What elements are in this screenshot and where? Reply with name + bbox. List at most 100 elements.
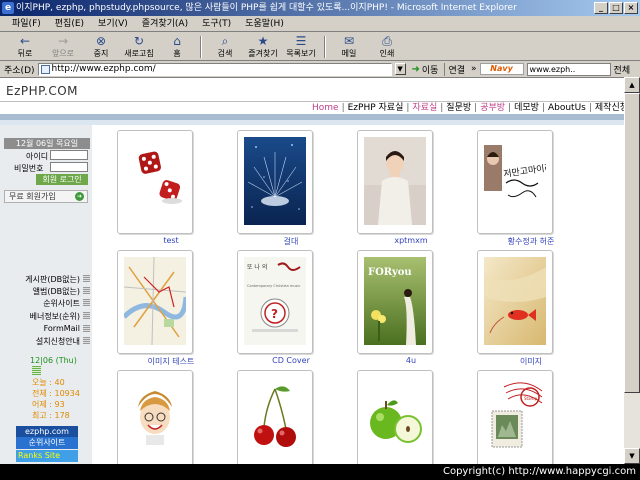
free-join-button[interactable]: 무료 회원가입 ➜ xyxy=(4,190,88,203)
gallery-item-fireworks[interactable] xyxy=(237,130,313,234)
caption-hwang[interactable]: 황수정과 허준 xyxy=(471,236,591,247)
history-button[interactable]: ☰ 목록보기 xyxy=(282,34,320,59)
password-input[interactable] xyxy=(50,162,88,172)
gallery-item-foryou[interactable]: FORyou xyxy=(357,250,433,354)
mail-button[interactable]: ✉ 메일 xyxy=(330,34,368,59)
links-more-icon[interactable]: » xyxy=(471,64,477,74)
toolbar-separator xyxy=(200,35,202,58)
address-bar: 주소(D) http://www.ezphp.com/ ▼ ➜ 이동 연결 » … xyxy=(0,62,640,76)
nav-request[interactable]: 제작신청 xyxy=(595,103,624,113)
toolbar: ← 뒤로 → 앞으로 ⊗ 중지 ↻ 새로고침 ⌂ 홈 ⌕ 검색 ★ 즐겨찾기 ☰ 목록보기 ✉ 메… xyxy=(0,33,640,61)
apples-image xyxy=(364,377,426,464)
nav-band-light xyxy=(0,120,624,125)
vertical-scrollbar[interactable]: ▲ ▼ xyxy=(624,77,640,464)
side-menu-ranking[interactable]: 순위사이트 xyxy=(4,298,92,309)
gallery-item-apples[interactable] xyxy=(357,370,433,464)
side-menu-board[interactable]: 게시판(DB없는) xyxy=(4,274,92,285)
favorites-button[interactable]: ★ 즐겨찾기 xyxy=(244,34,282,59)
fish-image xyxy=(484,257,546,345)
gallery-item-dice[interactable] xyxy=(117,130,193,234)
woman-photo xyxy=(364,137,426,225)
nav-home[interactable]: Home xyxy=(312,103,339,113)
scroll-down-button[interactable]: ▼ xyxy=(624,448,640,464)
toolbar-separator xyxy=(324,35,326,58)
scroll-thumb[interactable] xyxy=(624,93,640,393)
menu-edit[interactable]: 편집(E) xyxy=(49,16,90,32)
caption-xptmxm[interactable]: xptmxm xyxy=(351,236,471,245)
history-icon: ☰ xyxy=(295,34,307,48)
login-button[interactable]: 회원 로그인 xyxy=(36,174,88,185)
toolbar-search-input[interactable]: www.ezph.. xyxy=(526,62,611,76)
caption-test[interactable]: test xyxy=(111,236,231,245)
pw-label: 비밀번호 xyxy=(14,164,44,173)
caption-image-test[interactable]: 이미지 테스트 xyxy=(111,356,231,367)
foryou-image: FORyou xyxy=(364,257,426,345)
gallery-item-map[interactable] xyxy=(117,250,193,354)
minimize-button[interactable]: _ xyxy=(594,2,608,14)
side-menu-banner[interactable]: 베너정보(순위) xyxy=(4,311,92,322)
cdcover-subtitle: Contemporary Christian music xyxy=(247,284,300,288)
nav-demo[interactable]: 데모방 xyxy=(514,103,539,113)
stamp-image: Stamp xyxy=(484,377,546,464)
nav-qna[interactable]: 질문방 xyxy=(446,103,471,113)
gallery-item-stamp[interactable]: Stamp xyxy=(477,370,553,464)
refresh-button[interactable]: ↻ 새로고침 xyxy=(120,34,158,59)
stop-button[interactable]: ⊗ 중지 xyxy=(82,34,120,59)
home-icon: ⌂ xyxy=(173,34,181,48)
menu-file[interactable]: 파일(F) xyxy=(6,16,47,32)
window-title: 이지PHP, ezphp, phpstudy.phpsource, 많은 사람들… xyxy=(16,3,517,13)
nav-archive[interactable]: EzPHP 자료실 xyxy=(348,103,404,113)
nav-files[interactable]: 자료실 xyxy=(412,103,437,113)
navy-logo[interactable]: Navy xyxy=(479,63,524,75)
address-dropdown[interactable]: ▼ xyxy=(394,63,406,75)
menu-help[interactable]: 도움말(H) xyxy=(239,16,290,32)
forward-button[interactable]: → 앞으로 xyxy=(44,34,82,59)
address-input[interactable]: http://www.ezphp.com/ xyxy=(37,62,392,76)
stat-grid-icon xyxy=(32,366,41,375)
grid-icon xyxy=(83,312,90,319)
stat-total: 전체 : 10934 xyxy=(32,389,80,398)
site-logo[interactable]: EzPHP.COM xyxy=(6,84,78,98)
side-menu-formmail[interactable]: FormMail xyxy=(4,324,92,333)
gallery-item-cdcover[interactable]: 또 나 의 Contemporary Christian music ? xyxy=(237,250,313,354)
links-button[interactable]: 연결 xyxy=(444,62,468,76)
gallery-item-fish[interactable] xyxy=(477,250,553,354)
gallery-item-woman[interactable] xyxy=(357,130,433,234)
gallery-item-cherries[interactable] xyxy=(237,370,313,464)
ranks-site-banner[interactable]: Ranks Site xyxy=(16,450,78,462)
menu-view[interactable]: 보기(V) xyxy=(92,16,134,32)
gallery-item-cartoon[interactable] xyxy=(117,370,193,464)
gallery-item-calligraphy[interactable]: 저만고마이라 xyxy=(477,130,553,234)
caption-4u[interactable]: 4u xyxy=(351,356,471,365)
maximize-button[interactable]: □ xyxy=(609,2,623,14)
favorites-icon: ★ xyxy=(257,34,269,48)
cdcover-title: 또 나 의 xyxy=(247,263,267,271)
caption-image[interactable]: 이미지 xyxy=(471,356,591,367)
title-bar: e 이지PHP, ezphp, phpstudy.phpsource, 많은 사… xyxy=(0,0,640,16)
cartoon-boy-image xyxy=(124,377,186,464)
caption-cd-cover[interactable]: CD Cover xyxy=(231,356,351,365)
menu-tools[interactable]: 도구(T) xyxy=(196,16,237,32)
ranking-banner[interactable]: 순위사이트 xyxy=(16,437,78,449)
scroll-up-button[interactable]: ▲ xyxy=(624,77,640,93)
close-button[interactable]: × xyxy=(624,2,638,14)
back-button[interactable]: ← 뒤로 xyxy=(6,34,44,59)
print-button[interactable]: ⎙ 인쇄 xyxy=(368,34,406,59)
side-menu-album[interactable]: 앨범(DB없는) xyxy=(4,286,92,297)
id-input[interactable] xyxy=(50,150,88,160)
go-arrow-icon: ➜ xyxy=(411,63,420,75)
search-button[interactable]: ⌕ 검색 xyxy=(206,34,244,59)
go-button[interactable]: ➜ 이동 xyxy=(409,63,442,76)
caption-fireworks[interactable]: 걸대 xyxy=(231,236,351,247)
stamp-text: Stamp xyxy=(524,396,537,401)
nav-about[interactable]: AboutUs xyxy=(548,103,586,113)
home-button[interactable]: ⌂ 홈 xyxy=(158,34,196,59)
grid-icon xyxy=(83,299,90,306)
back-arrow-icon: ← xyxy=(19,34,31,48)
side-menu-install[interactable]: 설치신청안내 xyxy=(4,336,92,347)
ie-icon: e xyxy=(2,2,14,14)
nav-study[interactable]: 공부방 xyxy=(480,103,505,113)
menu-favorites[interactable]: 즐겨찾기(A) xyxy=(136,16,194,32)
stat-date: 12|06 (Thu) xyxy=(30,356,77,365)
search-scope[interactable]: 전체 xyxy=(614,63,631,76)
